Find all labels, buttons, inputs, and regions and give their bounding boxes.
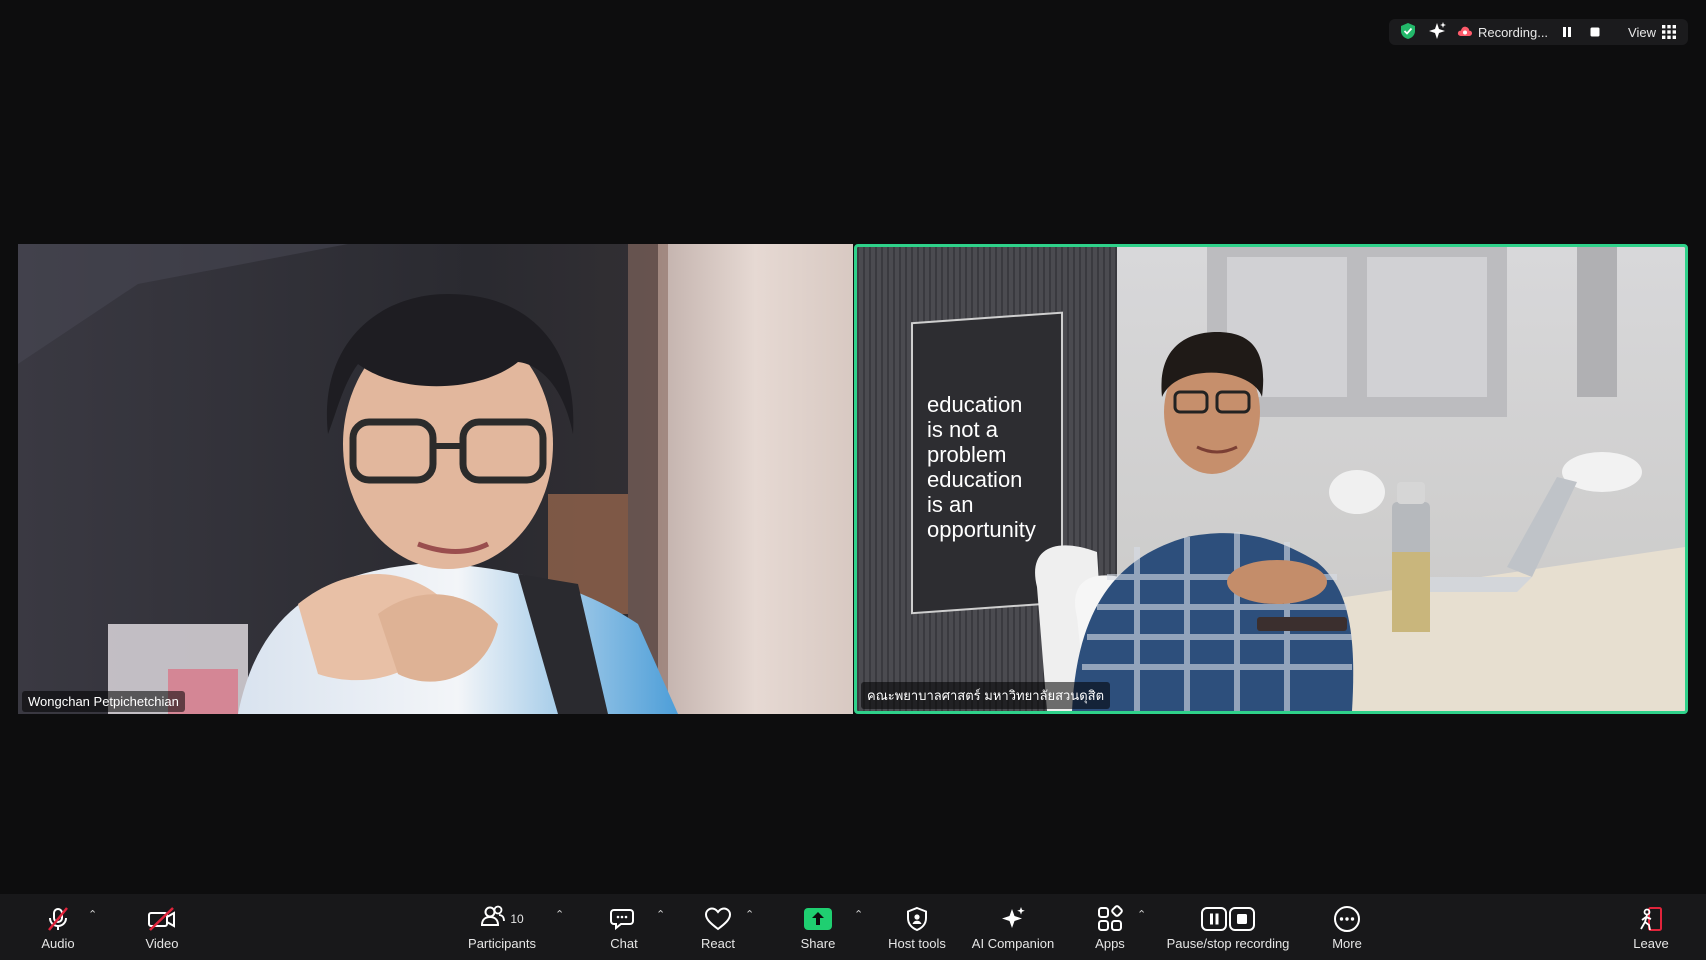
audio-button[interactable]: Audio (32, 894, 84, 960)
participant-video-feed (18, 244, 853, 714)
meeting-window: Recording... View Wongchan Petpichetchia… (0, 0, 1706, 960)
participants-button[interactable]: 10 Participants (462, 894, 542, 960)
audio-label: Audio (41, 935, 75, 951)
view-label: View (1628, 24, 1656, 40)
stop-icon (1590, 27, 1600, 37)
participant-video-tile[interactable]: Wongchan Petpichetchian (18, 244, 853, 714)
heart-icon (704, 904, 732, 934)
meeting-status-bar: Recording... View (1388, 19, 1688, 45)
participants-options-caret[interactable]: ⌃ (555, 908, 564, 921)
ai-companion-button[interactable]: AI Companion (968, 894, 1058, 960)
svg-text:is an: is an (927, 492, 973, 517)
share-options-caret[interactable]: ⌃ (854, 908, 863, 921)
svg-text:opportunity: opportunity (927, 517, 1036, 542)
leave-button[interactable]: Leave (1630, 894, 1672, 960)
svg-text:education: education (927, 392, 1022, 417)
svg-text:education: education (927, 467, 1022, 492)
share-screen-icon (803, 904, 833, 934)
video-button[interactable]: Video (138, 894, 186, 960)
cloud-recording-icon (1457, 25, 1473, 40)
grid-icon (1662, 25, 1676, 39)
stop-recording-button[interactable] (1586, 23, 1604, 41)
view-button[interactable]: View (1628, 25, 1676, 40)
participant-video-feed: education is not a problem education is … (857, 247, 1685, 711)
camera-off-icon (147, 904, 177, 934)
pause-stop-recording-label: Pause/stop recording (1166, 935, 1290, 951)
share-label: Share (800, 935, 836, 951)
chat-options-caret[interactable]: ⌃ (656, 908, 665, 921)
pause-stop-icon (1200, 904, 1256, 934)
sparkle-icon[interactable] (1427, 21, 1447, 44)
participant-name-tag: คณะพยาบาลศาสตร์ มหาวิทยาลัยสวนดุสิต (861, 682, 1111, 709)
participants-count: 10 (510, 911, 524, 926)
share-button[interactable]: Share (797, 894, 839, 960)
audio-options-caret[interactable]: ⌃ (88, 908, 97, 921)
react-label: React (701, 935, 735, 951)
ai-companion-label: AI Companion (971, 935, 1055, 951)
svg-text:is not a: is not a (927, 417, 999, 442)
host-tools-label: Host tools (888, 935, 946, 951)
chat-label: Chat (610, 935, 638, 951)
react-button[interactable]: React (698, 894, 738, 960)
poster-text: education is not a problem education is … (927, 392, 1036, 542)
host-tools-button[interactable]: Host tools (884, 894, 950, 960)
sparkle-icon (999, 904, 1027, 934)
more-icon (1333, 904, 1361, 934)
shield-check-icon[interactable] (1399, 22, 1417, 43)
recording-indicator[interactable]: Recording... (1457, 25, 1548, 40)
meeting-toolbar: Audio ⌃ Video 10 Participants ⌃ Chat ⌃ R… (0, 894, 1706, 960)
pause-recording-button[interactable] (1558, 23, 1576, 41)
react-options-caret[interactable]: ⌃ (745, 908, 754, 921)
pause-stop-recording-button[interactable]: Pause/stop recording (1162, 894, 1294, 960)
apps-label: Apps (1095, 935, 1125, 951)
more-button[interactable]: More (1326, 894, 1368, 960)
video-label: Video (145, 935, 179, 951)
more-label: More (1332, 935, 1362, 951)
recording-label: Recording... (1477, 24, 1549, 40)
participants-label: Participants (468, 935, 536, 951)
svg-text:problem: problem (927, 442, 1006, 467)
leave-label: Leave (1633, 935, 1669, 951)
chat-button[interactable]: Chat (604, 894, 644, 960)
microphone-muted-icon (45, 904, 71, 934)
apps-button[interactable]: Apps (1090, 894, 1130, 960)
apps-icon (1096, 904, 1124, 934)
shield-icon (905, 904, 929, 934)
chat-icon (610, 904, 638, 934)
active-speaker-video-tile[interactable]: education is not a problem education is … (854, 244, 1688, 714)
participants-icon (480, 904, 506, 933)
leave-icon (1636, 904, 1666, 934)
pause-icon (1563, 27, 1572, 37)
apps-options-caret[interactable]: ⌃ (1137, 908, 1146, 921)
participant-name-tag: Wongchan Petpichetchian (22, 691, 185, 712)
